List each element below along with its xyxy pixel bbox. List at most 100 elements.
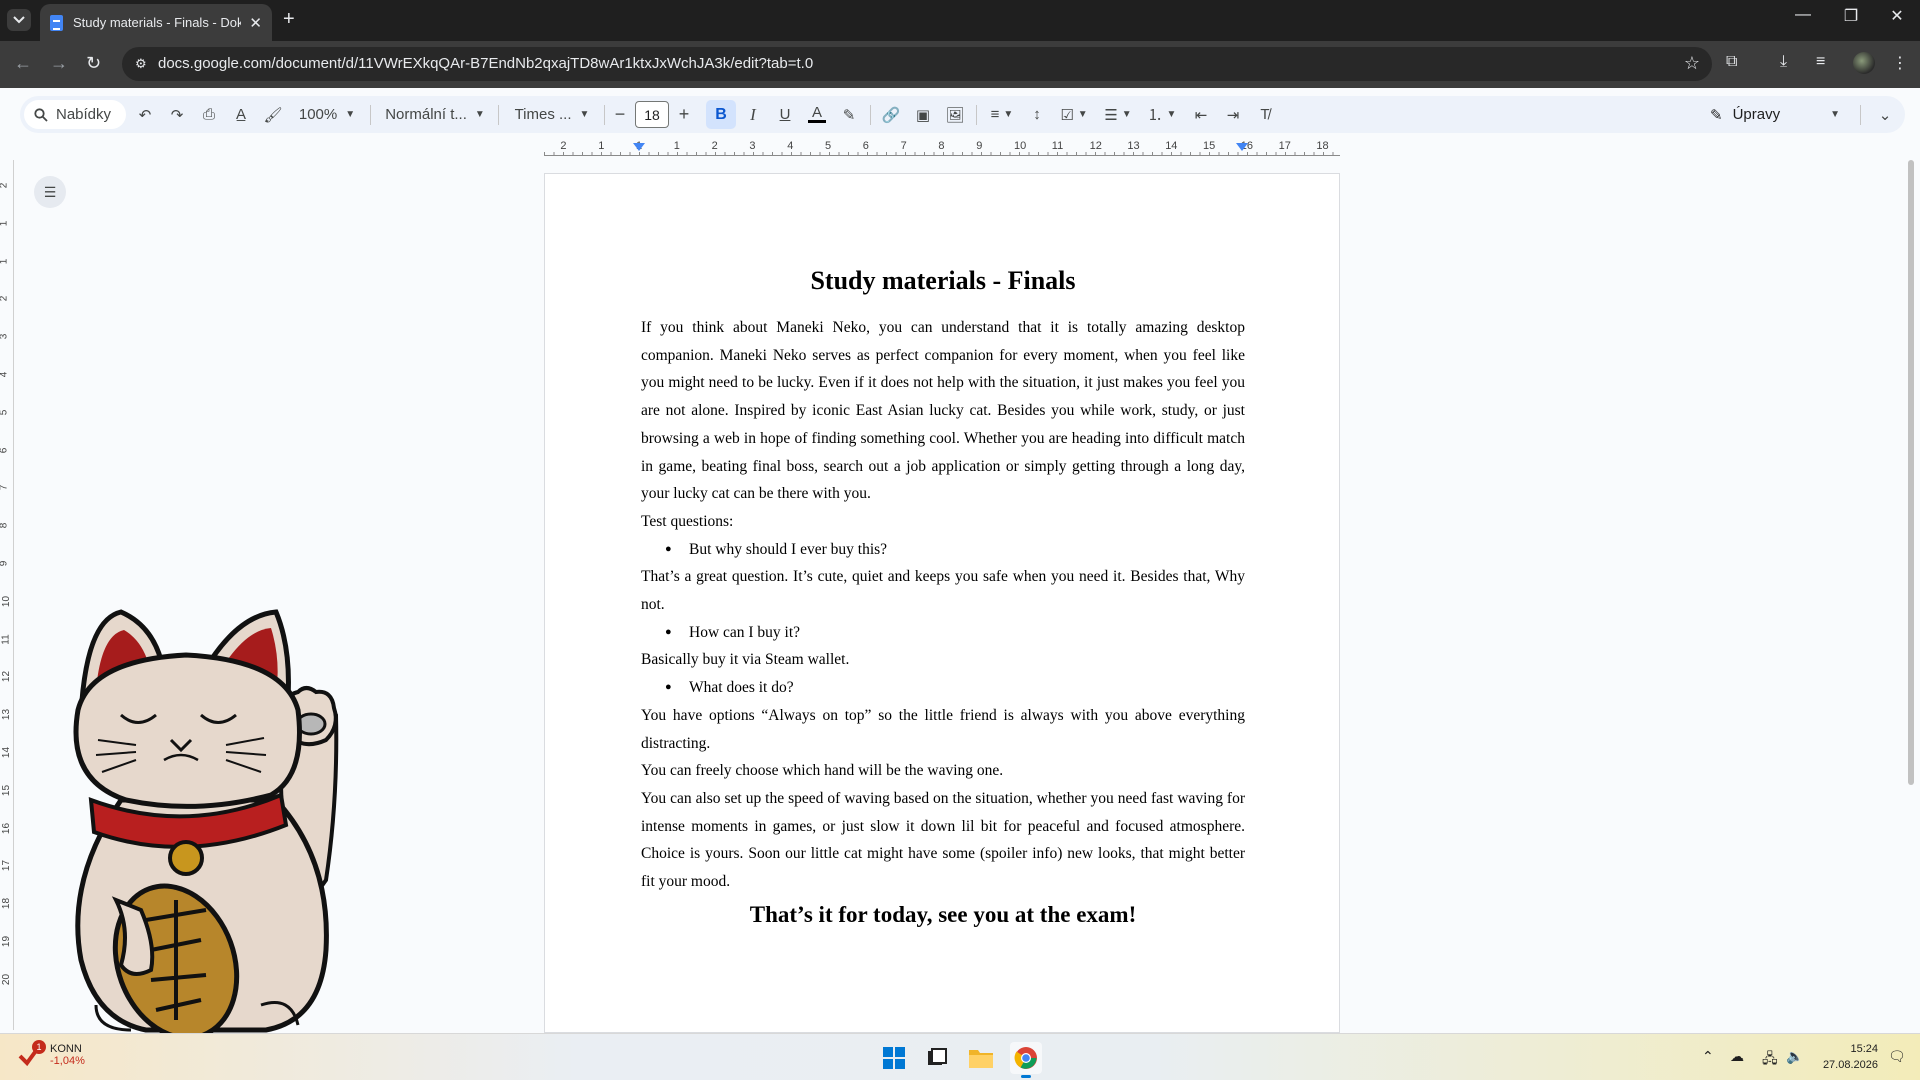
decrease-font-size-icon[interactable]: − — [608, 96, 632, 133]
back-icon[interactable]: ← — [14, 53, 32, 74]
address-bar[interactable]: ⚙ docs.google.com/document/d/11VWrEXkqQA… — [122, 47, 1712, 81]
insert-link-icon[interactable]: 🔗 — [878, 96, 904, 133]
add-comment-icon[interactable]: ▣ — [910, 96, 936, 133]
text-color-button[interactable]: A — [804, 96, 830, 133]
cat-bell — [168, 840, 204, 876]
ruler-number: 13 — [1127, 140, 1140, 152]
ruler-number: 8 — [938, 140, 945, 152]
menus-search-button[interactable]: Nabídky — [24, 100, 126, 129]
undo-icon[interactable]: ↶ — [132, 96, 158, 133]
print-icon[interactable]: ⎙ — [196, 96, 222, 133]
reload-icon[interactable]: ↻ — [86, 53, 101, 74]
cat-head — [73, 652, 302, 809]
document-body[interactable]: Study materials - Finals If you think ab… — [641, 266, 1245, 928]
line-spacing-icon[interactable]: ↕ — [1024, 96, 1050, 133]
redo-icon[interactable]: ↷ — [164, 96, 190, 133]
ruler-number: 1 — [673, 140, 680, 152]
test-questions-heading: Test questions: — [641, 512, 734, 530]
system-clock[interactable]: 15:24 27.08.2026 — [1818, 1041, 1878, 1073]
editing-mode-dropdown[interactable]: ✎ Úpravy ▼ — [1710, 96, 1840, 133]
chrome-taskbar-button[interactable] — [1010, 1042, 1042, 1078]
paint-format-icon[interactable]: 🖌 — [260, 96, 286, 133]
horizontal-ruler[interactable]: 2 1 1 1 2 3 4 5 6 7 8 9 10 11 12 13 14 15 16 17 18 — [544, 140, 1340, 156]
start-button[interactable] — [878, 1042, 910, 1074]
caret-down-icon: ▼ — [1077, 109, 1088, 120]
docs-toolbar: Nabídky ↶ ↷ ⎙ A̲ 🖌 100% ▼ Normální t... ▼ … — [20, 96, 1905, 133]
show-hidden-icons-chevron[interactable]: ⌃ — [1702, 1048, 1714, 1065]
bulleted-list-dropdown[interactable]: ☰ ▼ — [1100, 96, 1136, 133]
zoom-dropdown[interactable]: 100% ▼ — [292, 96, 362, 133]
vertical-ruler-number: 2 — [0, 296, 9, 302]
clock-date: 27.08.2026 — [1822, 1059, 1878, 1071]
zoom-value: 100% — [298, 106, 338, 123]
minimize-icon[interactable]: — — [1780, 6, 1826, 24]
media-control-icon[interactable]: ≡ — [1816, 53, 1825, 71]
task-view-icon — [928, 1048, 947, 1065]
clear-formatting-icon[interactable]: T̸ — [1252, 96, 1278, 133]
font-dropdown[interactable]: Times ... ▼ — [508, 96, 596, 133]
ruler-number: 12 — [1089, 140, 1102, 152]
bookmark-star-icon[interactable]: ☆ — [1684, 53, 1700, 74]
hide-menus-chevron-icon[interactable]: ⌄ — [1872, 96, 1898, 133]
style-dropdown[interactable]: Normální t... ▼ — [380, 96, 490, 133]
tab-search-button[interactable] — [7, 9, 31, 31]
search-icon — [34, 107, 48, 122]
answer-1: That’s a great question. It’s cute, quie… — [641, 568, 1245, 614]
file-explorer-button[interactable] — [965, 1042, 997, 1074]
vertical-ruler-number: 13 — [1, 709, 13, 721]
tab-title: Study materials - Finals - Dokum — [73, 15, 242, 30]
decrease-indent-icon[interactable]: ⇤ — [1188, 96, 1214, 133]
italic-button[interactable]: I — [740, 96, 766, 133]
stock-name: KONN — [50, 1043, 82, 1055]
download-icon[interactable]: ⤓ — [1780, 53, 1787, 71]
right-indent-marker[interactable] — [1236, 143, 1248, 151]
forward-icon[interactable]: → — [50, 53, 68, 74]
ruler-number: 1 — [598, 140, 605, 152]
close-tab-icon[interactable]: ✕ — [249, 14, 262, 32]
onedrive-icon[interactable]: ☁ — [1730, 1048, 1744, 1065]
divider — [976, 105, 977, 125]
answer-3-part-2: You can freely choose which hand will be… — [641, 762, 1004, 780]
more-menu-icon[interactable]: ⋮ — [1892, 53, 1908, 73]
ruler-number: 5 — [825, 140, 832, 152]
network-icon[interactable]: 🖧 — [1762, 1048, 1778, 1072]
vertical-ruler-number: 1 — [0, 221, 9, 227]
increase-font-size-icon[interactable]: + — [672, 96, 696, 133]
vertical-ruler-number: 11 — [0, 633, 12, 645]
close-window-icon[interactable]: ✕ — [1874, 6, 1920, 26]
new-tab-button[interactable]: + — [283, 8, 295, 31]
restore-icon[interactable]: ❐ — [1828, 6, 1874, 26]
url-text: docs.google.com/document/d/11VWrEXkqQAr-… — [158, 55, 814, 72]
numbered-list-dropdown[interactable]: ⒈ ▼ — [1144, 96, 1180, 133]
document-page[interactable]: Study materials - Finals If you think ab… — [544, 173, 1340, 1033]
spellcheck-icon[interactable]: A̲ — [228, 96, 254, 133]
bold-button[interactable]: B — [706, 100, 736, 129]
vertical-scrollbar[interactable] — [1908, 160, 1914, 785]
divider — [498, 105, 499, 125]
notification-center-icon[interactable]: 🗨 — [1888, 1048, 1906, 1065]
browser-tab-active[interactable]: Study materials - Finals - Dokum ✕ — [40, 4, 272, 41]
highlight-icon[interactable]: ✎ — [836, 96, 862, 133]
extensions-icon[interactable]: ⧉ — [1726, 53, 1737, 71]
checklist-dropdown[interactable]: ☑ ▼ — [1056, 96, 1092, 133]
style-value: Normální t... — [385, 106, 467, 123]
task-view-button[interactable] — [921, 1042, 953, 1074]
ruler-number: 7 — [900, 140, 907, 152]
increase-indent-icon[interactable]: ⇥ — [1220, 96, 1246, 133]
underline-button[interactable]: U — [772, 96, 798, 133]
left-indent-marker[interactable] — [633, 143, 645, 151]
font-size-input[interactable]: 18 — [635, 101, 669, 128]
vertical-ruler-number: 19 — [1, 935, 13, 948]
text-color-swatch — [808, 120, 826, 123]
insert-image-icon[interactable]: 🖼 — [942, 96, 968, 133]
maneki-neko-cat-image[interactable] — [36, 600, 346, 1040]
document-outline-button[interactable]: ☰ — [34, 176, 66, 208]
stock-widget[interactable]: 1 KONN -1,04% — [18, 1040, 85, 1068]
answer-3-part-1: You have options “Always on top” so the … — [641, 706, 1245, 752]
caret-down-icon: ▼ — [474, 109, 485, 120]
align-dropdown[interactable]: ≡ ▼ — [984, 96, 1020, 133]
profile-avatar[interactable] — [1853, 52, 1875, 74]
caret-down-icon: ▼ — [1003, 109, 1014, 120]
site-info-icon[interactable]: ⚙ — [135, 56, 151, 72]
volume-icon[interactable]: 🔈 — [1786, 1048, 1803, 1065]
